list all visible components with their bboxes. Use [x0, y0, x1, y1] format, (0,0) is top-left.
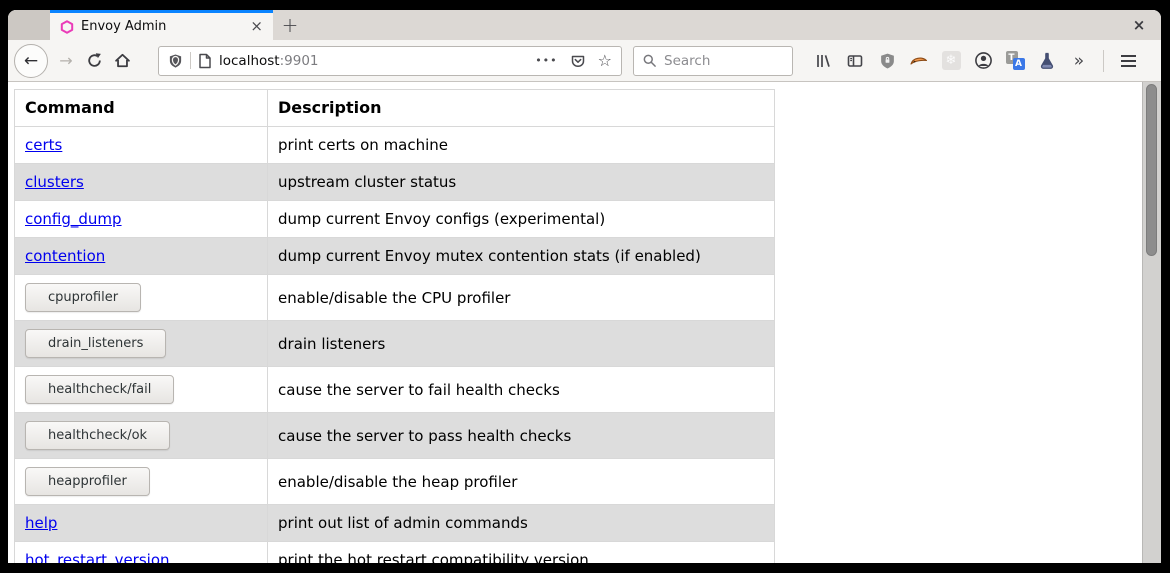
command-button-healthcheck-ok[interactable]: healthcheck/ok [25, 421, 170, 450]
url-text[interactable]: localhost:9901 [219, 53, 528, 69]
url-port: :9901 [280, 53, 319, 69]
window-close-button[interactable]: × [1117, 10, 1161, 40]
description-cell: drain listeners [268, 321, 775, 367]
overflow-menu-icon[interactable]: » [1065, 47, 1093, 75]
vertical-scrollbar[interactable] [1142, 82, 1161, 563]
table-row: healthcheck/ok cause the server to pass … [15, 413, 775, 459]
description-cell: print the hot restart compatibility vers… [268, 542, 775, 564]
fox-extension-icon[interactable] [905, 47, 933, 75]
navigation-toolbar: ← → [8, 40, 1161, 82]
command-button-healthcheck-fail[interactable]: healthcheck/fail [25, 375, 174, 404]
pocket-icon[interactable] [570, 53, 586, 69]
search-icon [642, 53, 657, 68]
tab-title: Envoy Admin [81, 19, 239, 34]
page-info-icon[interactable] [198, 53, 212, 69]
new-tab-button[interactable]: + [273, 10, 307, 40]
table-row: hot_restart_version print the hot restar… [15, 542, 775, 564]
flask-extension-icon[interactable] [1033, 47, 1061, 75]
tab-bar-drag-space [307, 10, 1117, 40]
library-icon[interactable] [809, 47, 837, 75]
page-actions-icon[interactable]: ••• [535, 54, 557, 67]
translate-extension-icon[interactable]: T A [1001, 47, 1029, 75]
url-host: localhost [219, 53, 280, 69]
command-link-certs[interactable]: certs [25, 136, 62, 154]
forward-button[interactable]: → [52, 47, 80, 75]
description-cell: print certs on machine [268, 127, 775, 164]
shield-lock-extension-icon[interactable] [873, 47, 901, 75]
table-row: healthcheck/fail cause the server to fai… [15, 367, 775, 413]
admin-commands-table: Command Description certs print certs on… [14, 89, 775, 563]
toolbar-icon-group: ❄ T A » [809, 47, 1142, 75]
table-row: contention dump current Envoy mutex cont… [15, 238, 775, 275]
command-button-drain-listeners[interactable]: drain_listeners [25, 329, 166, 358]
description-cell: cause the server to pass health checks [268, 413, 775, 459]
command-button-heapprofiler[interactable]: heapprofiler [25, 467, 150, 496]
table-header-row: Command Description [15, 90, 775, 127]
account-icon[interactable] [969, 47, 997, 75]
description-cell: enable/disable the heap profiler [268, 459, 775, 505]
command-link-config-dump[interactable]: config_dump [25, 210, 122, 228]
command-link-help[interactable]: help [25, 514, 57, 532]
scrollbar-thumb[interactable] [1146, 84, 1157, 256]
reload-button[interactable] [80, 47, 108, 75]
urlbar-actions: ••• ☆ [535, 51, 612, 70]
tab-close-icon[interactable]: × [246, 19, 267, 34]
table-row: heapprofiler enable/disable the heap pro… [15, 459, 775, 505]
description-cell: cause the server to fail health checks [268, 367, 775, 413]
command-link-hot-restart-version[interactable]: hot_restart_version [25, 551, 170, 563]
table-row: cpuprofiler enable/disable the CPU profi… [15, 275, 775, 321]
tracking-protection-shield-icon[interactable] [168, 53, 183, 69]
translate-letter: A [1013, 58, 1025, 70]
titlebar-spacer [8, 10, 50, 40]
table-row: config_dump dump current Envoy configs (… [15, 201, 775, 238]
hamburger-menu-icon[interactable] [1114, 47, 1142, 75]
back-button[interactable]: ← [14, 44, 48, 78]
command-button-cpuprofiler[interactable]: cpuprofiler [25, 283, 141, 312]
url-bar[interactable]: localhost:9901 ••• ☆ [158, 46, 622, 76]
home-button[interactable] [108, 47, 136, 75]
sidebar-toggle-icon[interactable] [841, 47, 869, 75]
table-row: certs print certs on machine [15, 127, 775, 164]
tab-envoy-admin[interactable]: Envoy Admin × [50, 10, 273, 40]
snowflake-extension-icon[interactable]: ❄ [937, 47, 965, 75]
command-column-header: Command [15, 90, 268, 127]
page-content: Command Description certs print certs on… [8, 82, 1161, 563]
bookmark-star-icon[interactable]: ☆ [598, 51, 612, 70]
envoy-favicon-icon [60, 20, 74, 34]
table-row: clusters upstream cluster status [15, 164, 775, 201]
description-cell: upstream cluster status [268, 164, 775, 201]
description-cell: print out list of admin commands [268, 505, 775, 542]
table-row: help print out list of admin commands [15, 505, 775, 542]
command-link-clusters[interactable]: clusters [25, 173, 84, 191]
snowflake-glyph: ❄ [942, 51, 961, 70]
browser-window: Envoy Admin × + × ← → [8, 10, 1161, 563]
description-cell: enable/disable the CPU profiler [268, 275, 775, 321]
toolbar-separator [1103, 50, 1104, 72]
urlbar-separator [190, 52, 191, 69]
table-row: drain_listeners drain listeners [15, 321, 775, 367]
search-bar[interactable]: Search [633, 46, 793, 76]
envoy-admin-page: Command Description certs print certs on… [8, 82, 1142, 563]
description-cell: dump current Envoy mutex contention stat… [268, 238, 775, 275]
description-column-header: Description [268, 90, 775, 127]
tab-bar: Envoy Admin × + × [8, 10, 1161, 40]
command-link-contention[interactable]: contention [25, 247, 105, 265]
search-placeholder: Search [664, 53, 710, 69]
description-cell: dump current Envoy configs (experimental… [268, 201, 775, 238]
